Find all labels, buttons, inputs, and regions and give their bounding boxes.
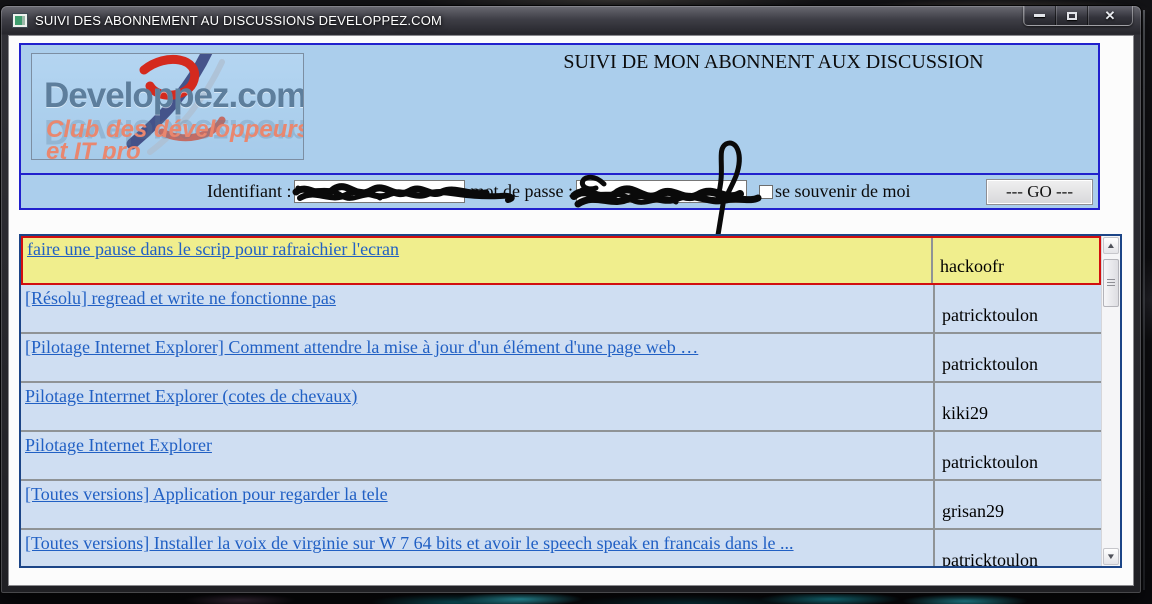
identifiant-label: Identifiant : (207, 181, 291, 202)
scrollbar-thumb[interactable] (1103, 259, 1119, 307)
thread-link[interactable]: Pilotage Interrnet Explorer (cotes de ch… (25, 386, 357, 406)
thread-author: kiki29 (935, 383, 1101, 430)
thread-author: patricktoulon (935, 432, 1101, 479)
thread-author: patricktoulon (935, 285, 1101, 332)
identifiant-input[interactable] (294, 180, 465, 203)
thread-title-cell: [Toutes versions] Application pour regar… (21, 481, 935, 528)
thread-author: hackoofr (933, 238, 1099, 283)
identifiant-field-wrap (294, 180, 465, 204)
header-panel: Developpez.com Developpez.com Club des d… (19, 43, 1100, 210)
thread-link[interactable]: Pilotage Internet Explorer (25, 435, 212, 455)
thread-link[interactable]: faire une pause dans le scrip pour rafra… (27, 239, 399, 259)
app-icon (12, 13, 28, 28)
thread-title-cell: [Résolu] regread et write ne fonctionne … (21, 285, 935, 332)
maximize-icon (1067, 12, 1077, 20)
thread-title-cell: [Toutes versions] Installer la voix de v… (21, 530, 935, 566)
thread-link[interactable]: [Résolu] regread et write ne fonctionne … (25, 288, 336, 308)
thread-row: faire une pause dans le scrip pour rafra… (21, 236, 1101, 285)
threads-list: faire une pause dans le scrip pour rafra… (21, 236, 1101, 566)
minimize-button[interactable] (1024, 6, 1056, 25)
page-title: SUIVI DE MON ABONNENT AUX DISCUSSION (451, 51, 1096, 74)
thread-title-cell: faire une pause dans le scrip pour rafra… (23, 238, 933, 283)
title-bar[interactable]: SUIVI DES ABONNEMENT AU DISCUSSIONS DEVE… (1, 6, 1141, 35)
close-icon: ✕ (1105, 9, 1116, 22)
password-label: mot de passe : (470, 181, 572, 202)
thread-author: patricktoulon (935, 530, 1101, 566)
logo-wordmark: Developpez.com (44, 76, 304, 116)
thread-author: grisan29 (935, 481, 1101, 528)
app-window: SUIVI DES ABONNEMENT AU DISCUSSIONS DEVE… (0, 5, 1142, 594)
thread-row: Pilotage Internet Explorer patricktoulon (21, 432, 1101, 481)
desktop-edge-highlight (1143, 10, 1145, 590)
password-field-wrap (576, 180, 747, 204)
developpez-logo: Developpez.com Developpez.com Club des d… (31, 53, 304, 160)
scroll-up-icon: ▲ (1106, 242, 1116, 250)
scroll-down-button[interactable]: ▼ (1103, 548, 1119, 565)
password-input[interactable] (576, 180, 747, 203)
scroll-up-button[interactable]: ▲ (1103, 237, 1119, 254)
thread-row: [Toutes versions] Application pour regar… (21, 481, 1101, 530)
thread-title-cell: Pilotage Interrnet Explorer (cotes de ch… (21, 383, 935, 430)
login-bar: Identifiant : mot de passe : (21, 173, 1098, 208)
remember-me-label: se souvenir de moi (775, 181, 910, 202)
thread-row: [Pilotage Internet Explorer] Comment att… (21, 334, 1101, 383)
thread-row: [Résolu] regread et write ne fonctionne … (21, 285, 1101, 334)
thread-link[interactable]: [Toutes versions] Application pour regar… (25, 484, 388, 504)
client-area: Developpez.com Developpez.com Club des d… (8, 35, 1134, 586)
thread-row: [Toutes versions] Installer la voix de v… (21, 530, 1101, 566)
go-button[interactable]: --- GO --- (986, 179, 1093, 205)
remember-me-checkbox[interactable] (759, 185, 773, 199)
window-controls: ✕ (1023, 6, 1133, 26)
logo-subtitle-line2: et IT pro (46, 138, 141, 160)
vertical-scrollbar[interactable]: ▲ ▼ (1101, 236, 1120, 566)
thread-row: Pilotage Interrnet Explorer (cotes de ch… (21, 383, 1101, 432)
thread-link[interactable]: [Toutes versions] Installer la voix de v… (25, 533, 794, 553)
minimize-icon (1034, 14, 1045, 17)
thread-title-cell: Pilotage Internet Explorer (21, 432, 935, 479)
maximize-button[interactable] (1056, 6, 1088, 25)
thread-author: patricktoulon (935, 334, 1101, 381)
thread-title-cell: [Pilotage Internet Explorer] Comment att… (21, 334, 935, 381)
close-button[interactable]: ✕ (1088, 6, 1132, 25)
window-title: SUIVI DES ABONNEMENT AU DISCUSSIONS DEVE… (35, 13, 442, 28)
scroll-down-icon: ▼ (1106, 553, 1116, 561)
threads-table: faire une pause dans le scrip pour rafra… (19, 234, 1122, 568)
thread-link[interactable]: [Pilotage Internet Explorer] Comment att… (25, 337, 698, 357)
